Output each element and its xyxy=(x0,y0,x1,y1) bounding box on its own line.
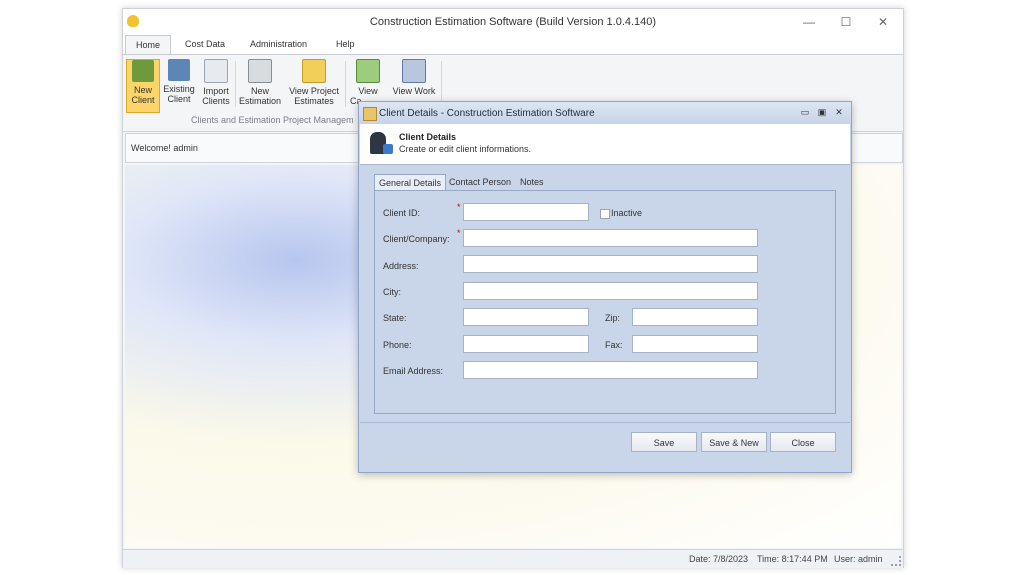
tab-home[interactable]: Home xyxy=(125,35,172,55)
edit-icon xyxy=(363,107,377,121)
status-time: Time: 8:17:44 PM xyxy=(757,554,828,564)
minimize-button[interactable]: — xyxy=(797,13,821,31)
client-company-label: Client/Company: xyxy=(383,234,450,244)
ribbon-separator xyxy=(235,61,236,107)
ribbon-group-label: Clients and Estimation Project Managem xyxy=(191,115,354,125)
save-button[interactable]: Save xyxy=(631,432,697,452)
tab-administration[interactable]: Administration xyxy=(250,39,307,49)
tab-cost-data[interactable]: Cost Data xyxy=(185,39,225,49)
client-id-label: Client ID: xyxy=(383,208,421,218)
fax-label: Fax: xyxy=(605,340,623,350)
zip-input[interactable] xyxy=(632,308,758,326)
dialog-minimize-button[interactable]: ▭ xyxy=(799,106,811,118)
resize-grip-icon[interactable] xyxy=(891,556,901,566)
dialog-close-button[interactable]: ✕ xyxy=(833,106,845,118)
address-input[interactable] xyxy=(463,255,758,273)
header-subtitle: Create or edit client informations. xyxy=(399,144,532,154)
inactive-checkbox[interactable] xyxy=(600,209,610,219)
folder-icon xyxy=(302,59,326,83)
state-label: State: xyxy=(383,313,407,323)
general-details-panel: Client ID: * Inactive Client/Company: * … xyxy=(374,190,836,414)
ribbon-separator xyxy=(345,61,346,107)
import-icon xyxy=(204,59,228,83)
users-add-icon xyxy=(132,60,154,82)
title-bar: Construction Estimation Software (Build … xyxy=(123,9,903,35)
maximize-button[interactable]: ☐ xyxy=(834,13,858,31)
dialog-header: Client Details Create or edit client inf… xyxy=(360,124,850,165)
phone-label: Phone: xyxy=(383,340,412,350)
dialog-maximize-button[interactable]: ▣ xyxy=(816,106,828,118)
zip-label: Zip: xyxy=(605,313,621,323)
calculator-icon xyxy=(248,59,272,83)
required-marker: * xyxy=(457,202,461,212)
dialog-title: Client Details - Construction Estimation… xyxy=(379,108,595,119)
ribbon-tabs: Home Cost Data Administration Help xyxy=(123,35,903,55)
required-marker: * xyxy=(457,228,461,238)
client-details-dialog: Client Details - Construction Estimation… xyxy=(358,101,852,473)
new-client-button[interactable]: New Client xyxy=(126,59,160,113)
city-input[interactable] xyxy=(463,282,758,300)
status-user: User: admin xyxy=(834,554,883,564)
close-dialog-button[interactable]: Close xyxy=(770,432,836,452)
status-bar: Date: 7/8/2023 Time: 8:17:44 PM User: ad… xyxy=(123,549,903,568)
client-id-input[interactable] xyxy=(463,203,589,221)
inactive-label: Inactive xyxy=(611,208,643,218)
welcome-text: Welcome! admin xyxy=(131,143,198,153)
grid-icon xyxy=(402,59,426,83)
calendar-grid-icon xyxy=(356,59,380,83)
state-input[interactable] xyxy=(463,308,589,326)
email-address-input[interactable] xyxy=(463,361,758,379)
dialog-divider xyxy=(360,422,850,423)
info-badge-icon xyxy=(383,144,393,154)
address-label: Address: xyxy=(383,261,419,271)
dialog-tabs: General Details Contact Person Notes xyxy=(374,174,574,192)
close-button[interactable]: ✕ xyxy=(871,13,895,31)
tab-help[interactable]: Help xyxy=(336,39,355,49)
window-title: Construction Estimation Software (Build … xyxy=(369,16,657,28)
client-company-input[interactable] xyxy=(463,229,758,247)
status-date: Date: 7/8/2023 xyxy=(689,554,749,564)
new-estimation-button[interactable]: New Estimation xyxy=(237,59,283,111)
phone-input[interactable] xyxy=(463,335,589,353)
dialog-title-bar: Client Details - Construction Estimation… xyxy=(359,102,851,124)
view-project-estimates-button[interactable]: View Project Estimates xyxy=(286,59,342,111)
fax-input[interactable] xyxy=(632,335,758,353)
tab-notes[interactable]: Notes xyxy=(516,174,548,190)
tab-contact-person[interactable]: Contact Person xyxy=(445,174,515,190)
existing-client-button[interactable]: Existing Client xyxy=(161,59,197,111)
import-clients-button[interactable]: Import Clients xyxy=(199,59,233,111)
save-and-new-button[interactable]: Save & New xyxy=(701,432,767,452)
header-title: Client Details xyxy=(399,132,457,142)
city-label: City: xyxy=(383,287,401,297)
users-icon xyxy=(168,59,190,81)
email-address-label: Email Address: xyxy=(383,366,444,376)
